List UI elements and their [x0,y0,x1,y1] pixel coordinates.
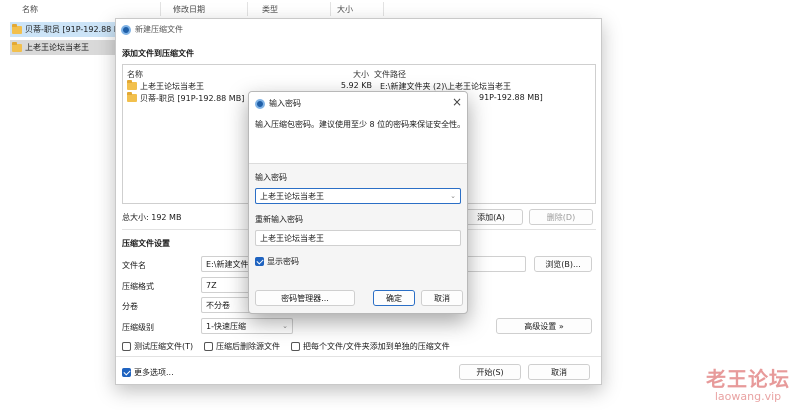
folder-icon [12,41,22,52]
checkbox-label: 显示密码 [267,257,299,266]
settings-heading: 压缩文件设置 [122,239,170,248]
list-header-name[interactable]: 名称 [127,69,143,80]
explorer-column-header: 名称 修改日期 类型 大小 [0,0,800,20]
delete-button[interactable]: 删除(D) [529,209,593,225]
password-input[interactable]: 上老王论坛当老王 ⌄ [255,188,461,204]
checkbox-label: 更多选项... [134,368,174,377]
checkbox-box [122,342,131,351]
chevron-down-icon[interactable]: ⌄ [450,192,456,200]
app-logo-icon [121,24,131,35]
window-title-bar: 新建压缩文件 [121,24,183,35]
column-name[interactable]: 名称 [22,4,38,15]
confirm-password-input[interactable]: 上老王论坛当老王 [255,230,461,246]
explorer-item-label: 上老王论坛当老王 [25,43,89,52]
column-size[interactable]: 大小 [337,4,353,15]
dialog-title-bar: 输入密码 [255,98,301,109]
file-path: 91P-192.88 MB] [479,93,543,102]
delete-after-checkbox[interactable]: 压缩后删除源文件 [204,341,280,352]
cancel-button[interactable]: 取消 [528,364,590,380]
password-value: 上老王论坛当老王 [260,191,324,201]
filename-label: 文件名 [122,261,146,270]
list-header-path[interactable]: 文件路径 [374,69,406,80]
total-size: 总大小: 192 MB [122,213,182,222]
explorer-item-label: 贝蒂-职员 [91P-192.88 MB] [25,25,120,34]
column-divider [160,2,161,16]
add-files-heading: 添加文件到压缩文件 [122,49,194,58]
password-manager-button[interactable]: 密码管理器... [255,290,355,306]
browse-button[interactable]: 浏览(B)... [534,256,592,272]
chevron-down-icon: ⌄ [282,322,288,330]
folder-icon [127,92,137,102]
checkbox-label: 测试压缩文件(T) [134,342,194,351]
checkbox-box [291,342,300,351]
checkbox-box [204,342,213,351]
column-divider [383,2,384,16]
file-name: 上老王论坛当老王 [140,82,204,91]
level-select[interactable]: 1-快速压缩 ⌄ [201,318,293,334]
password-label: 输入密码 [255,173,287,182]
watermark: 老王论坛 laowang.vip [706,363,790,403]
file-size: 5.92 KB [340,81,372,90]
separate-archives-checkbox[interactable]: 把每个文件/文件夹添加到单独的压缩文件 [291,341,450,352]
explorer-item[interactable]: 上老王论坛当老王 [10,40,120,55]
watermark-url: laowang.vip [714,390,782,403]
ok-button[interactable]: 确定 [373,290,415,306]
column-date[interactable]: 修改日期 [173,4,205,15]
watermark-title: 老王论坛 [706,367,790,391]
confirm-password-label: 重新输入密码 [255,215,303,224]
password-dialog: 输入密码 × 输入压缩包密码。建议使用至少 8 位的密码来保证安全性。 输入密码… [248,91,468,314]
more-options-checkbox[interactable]: 更多选项... [122,367,174,378]
level-value: 1-快速压缩 [206,321,246,331]
app-logo-icon [255,98,265,109]
dialog-title: 输入密码 [269,99,301,108]
checkbox-label: 把每个文件/文件夹添加到单独的压缩文件 [303,342,450,351]
checkbox-box-checked [255,257,264,266]
show-password-checkbox[interactable]: 显示密码 [255,256,299,267]
checkbox-box-checked [122,368,131,377]
dialog-header-area: 输入密码 × 输入压缩包密码。建议使用至少 8 位的密码来保证安全性。 [249,92,467,164]
close-icon[interactable]: × [452,95,462,109]
add-button[interactable]: 添加(A) [459,209,523,225]
folder-icon [127,80,137,90]
level-label: 压缩级别 [122,323,154,332]
column-divider [330,2,331,16]
split-label: 分卷 [122,302,138,311]
column-divider [247,2,248,16]
checkbox-label: 压缩后删除源文件 [216,342,280,351]
explorer-item[interactable]: 贝蒂-职员 [91P-192.88 MB] [10,22,120,37]
list-header-size[interactable]: 大小 [353,69,369,80]
split-value: 不分卷 [206,300,230,310]
start-button[interactable]: 开始(S) [459,364,521,380]
format-label: 压缩格式 [122,282,154,291]
advanced-settings-button[interactable]: 高级设置 » [496,318,592,334]
dialog-cancel-button[interactable]: 取消 [421,290,463,306]
window-title: 新建压缩文件 [135,25,183,34]
test-archive-checkbox[interactable]: 测试压缩文件(T) [122,341,193,352]
format-value: 7Z [206,280,217,290]
dialog-instruction: 输入压缩包密码。建议使用至少 8 位的密码来保证安全性。 [255,120,466,129]
column-type[interactable]: 类型 [262,4,278,15]
divider [116,356,601,357]
folder-icon [12,23,22,34]
file-name: 贝蒂-职员 [91P-192.88 MB] [140,94,245,103]
